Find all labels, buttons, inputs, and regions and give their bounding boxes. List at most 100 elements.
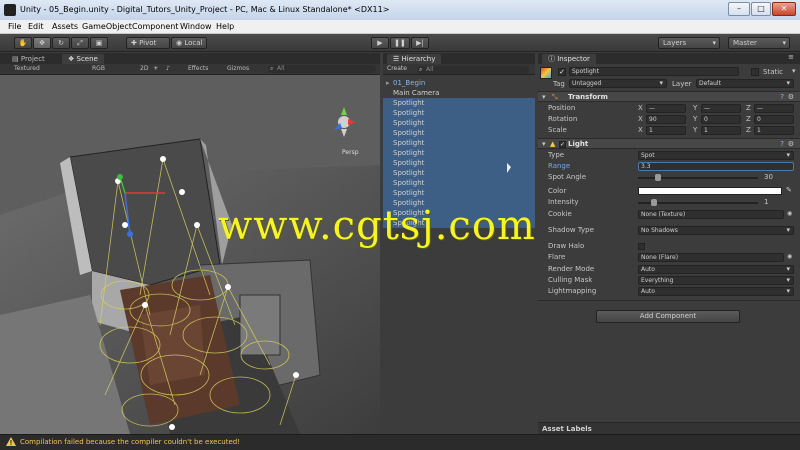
menu-file[interactable]: File: [8, 22, 21, 31]
menu-help[interactable]: Help: [216, 22, 234, 31]
scene-viewport[interactable]: Persp: [0, 75, 380, 434]
cookie-field[interactable]: None (Texture): [638, 210, 784, 219]
light-type-dropdown[interactable]: Spot: [638, 151, 794, 160]
tab-project[interactable]: ▤ Project: [6, 54, 51, 64]
minimize-button[interactable]: –: [728, 2, 750, 16]
draw-halo-checkbox[interactable]: [638, 243, 645, 250]
hierarchy-create-dropdown[interactable]: Create: [387, 65, 407, 72]
rotation-label: Rotation: [548, 115, 578, 123]
intensity-slider-thumb[interactable]: [651, 199, 657, 206]
layout-dropdown[interactable]: Master: [728, 37, 790, 49]
position-x-field[interactable]: —: [646, 104, 686, 113]
foldout-arrow-icon[interactable]: ▾: [542, 93, 546, 101]
flare-picker-icon[interactable]: ◉: [787, 253, 792, 260]
tab-hierarchy[interactable]: ☰ Hierarchy: [387, 54, 442, 64]
color-mode-dropdown[interactable]: RGB: [92, 65, 105, 72]
rotation-y-field[interactable]: 0: [701, 115, 741, 124]
shadow-type-dropdown[interactable]: No Shadows: [638, 226, 794, 235]
pivot-toggle[interactable]: ✚ Pivot: [126, 37, 170, 49]
hierarchy-item[interactable]: Spotlight: [383, 118, 535, 128]
spot-angle-slider-thumb[interactable]: [655, 174, 661, 181]
light-section-header[interactable]: ▾ ▲ ✓ Light ? ⚙: [538, 138, 800, 149]
scene-search-input[interactable]: ⌕ All: [268, 65, 376, 73]
window-titlebar: Unity - 05_Begin.unity - Digital_Tutors_…: [0, 0, 800, 20]
gizmos-dropdown[interactable]: Gizmos: [227, 65, 249, 72]
scale-z-field[interactable]: 1: [754, 126, 794, 135]
hierarchy-search-input[interactable]: ⌕ All: [417, 66, 529, 74]
close-button[interactable]: ✕: [772, 2, 796, 16]
panel-menu-icon[interactable]: ≡: [788, 53, 794, 61]
local-toggle[interactable]: ◉ Local: [171, 37, 207, 49]
static-checkbox[interactable]: [751, 68, 759, 76]
component-gear-icon[interactable]: ⚙: [788, 93, 794, 101]
rotation-x-field[interactable]: 90: [646, 115, 686, 124]
rotate-tool-button[interactable]: ↻: [52, 37, 70, 49]
tab-inspector[interactable]: ⓘ Inspector: [542, 54, 596, 64]
rotation-z-field[interactable]: 0: [754, 115, 794, 124]
static-dropdown-icon[interactable]: ▾: [792, 67, 796, 75]
audio-toggle-icon[interactable]: ♪: [166, 65, 170, 72]
object-name-field[interactable]: Spotlight: [569, 67, 739, 76]
menu-gameobject[interactable]: GameObject: [82, 22, 132, 31]
render-mode-dropdown[interactable]: Auto: [638, 265, 794, 274]
flare-field[interactable]: None (Flare): [638, 253, 784, 262]
help-icon[interactable]: ?: [780, 93, 784, 101]
menu-window[interactable]: Window: [180, 22, 212, 31]
menu-component[interactable]: Component: [132, 22, 178, 31]
active-checkbox[interactable]: ✓: [558, 68, 566, 76]
light-help-icon[interactable]: ?: [780, 140, 784, 148]
tag-dropdown[interactable]: Untagged: [569, 79, 667, 88]
move-tool-button[interactable]: ✥: [33, 37, 51, 49]
render-mode-dropdown[interactable]: Textured: [14, 65, 40, 72]
rotation-y-label: Y: [693, 115, 698, 123]
color-row: Color ✎: [538, 186, 800, 197]
hierarchy-item[interactable]: Spotlight: [383, 178, 535, 188]
hierarchy-item[interactable]: Spotlight: [383, 98, 535, 108]
hierarchy-item[interactable]: Spotlight: [383, 108, 535, 118]
light-foldout-arrow-icon[interactable]: ▾: [542, 140, 546, 148]
hierarchy-item[interactable]: Spotlight: [383, 148, 535, 158]
lightmapping-dropdown[interactable]: Auto: [638, 287, 794, 296]
scale-y-field[interactable]: 1: [701, 126, 741, 135]
spot-angle-value[interactable]: 30: [764, 173, 773, 181]
effects-dropdown[interactable]: Effects: [188, 65, 208, 72]
hierarchy-item[interactable]: Main Camera: [383, 88, 535, 98]
position-y-field[interactable]: —: [701, 104, 741, 113]
hand-tool-button[interactable]: ✋: [14, 37, 32, 49]
hierarchy-item[interactable]: Spotlight: [383, 138, 535, 148]
menu-edit[interactable]: Edit: [28, 22, 44, 31]
expand-arrow-icon[interactable]: ▸: [386, 78, 390, 88]
hierarchy-item-label: Spotlight: [393, 189, 425, 197]
color-swatch[interactable]: [638, 187, 782, 195]
hierarchy-item[interactable]: Spotlight: [383, 158, 535, 168]
culling-mask-dropdown[interactable]: Everything: [638, 276, 794, 285]
scale-tool-button[interactable]: ⤢: [71, 37, 89, 49]
hierarchy-scene-root[interactable]: ▸ 01_Begin: [383, 78, 535, 88]
eyedropper-icon[interactable]: ✎: [786, 186, 792, 194]
lighting-toggle-icon[interactable]: ☀: [153, 65, 158, 72]
status-bar[interactable]: Compilation failed because the compiler …: [0, 434, 800, 450]
light-enabled-checkbox[interactable]: ✓: [559, 141, 566, 148]
hierarchy-item[interactable]: Spotlight: [383, 168, 535, 178]
transform-section-header[interactable]: ▾ ⤡ Transform ? ⚙: [538, 91, 800, 102]
layers-dropdown[interactable]: Layers: [658, 37, 720, 49]
layer-dropdown[interactable]: Default: [696, 79, 794, 88]
scale-x-field[interactable]: 1: [646, 126, 686, 135]
hierarchy-item[interactable]: Spotlight: [383, 188, 535, 198]
hierarchy-item[interactable]: Spotlight: [383, 128, 535, 138]
range-field[interactable]: 3.3: [638, 162, 794, 171]
play-button[interactable]: ▶: [371, 37, 389, 49]
step-button[interactable]: ▶|: [411, 37, 429, 49]
maximize-button[interactable]: □: [751, 2, 771, 16]
pause-button[interactable]: ❚❚: [390, 37, 410, 49]
add-component-button[interactable]: Add Component: [596, 310, 740, 323]
light-gear-icon[interactable]: ⚙: [788, 140, 794, 148]
tab-scene[interactable]: ❖ Scene: [62, 54, 104, 64]
intensity-value[interactable]: 1: [764, 198, 768, 206]
position-z-field[interactable]: —: [754, 104, 794, 113]
cookie-picker-icon[interactable]: ◉: [787, 210, 792, 217]
rect-tool-button[interactable]: ▣: [90, 37, 108, 49]
asset-labels-bar[interactable]: Asset Labels: [538, 422, 800, 434]
2d-toggle[interactable]: 2D: [140, 65, 148, 72]
menu-assets[interactable]: Assets: [52, 22, 78, 31]
